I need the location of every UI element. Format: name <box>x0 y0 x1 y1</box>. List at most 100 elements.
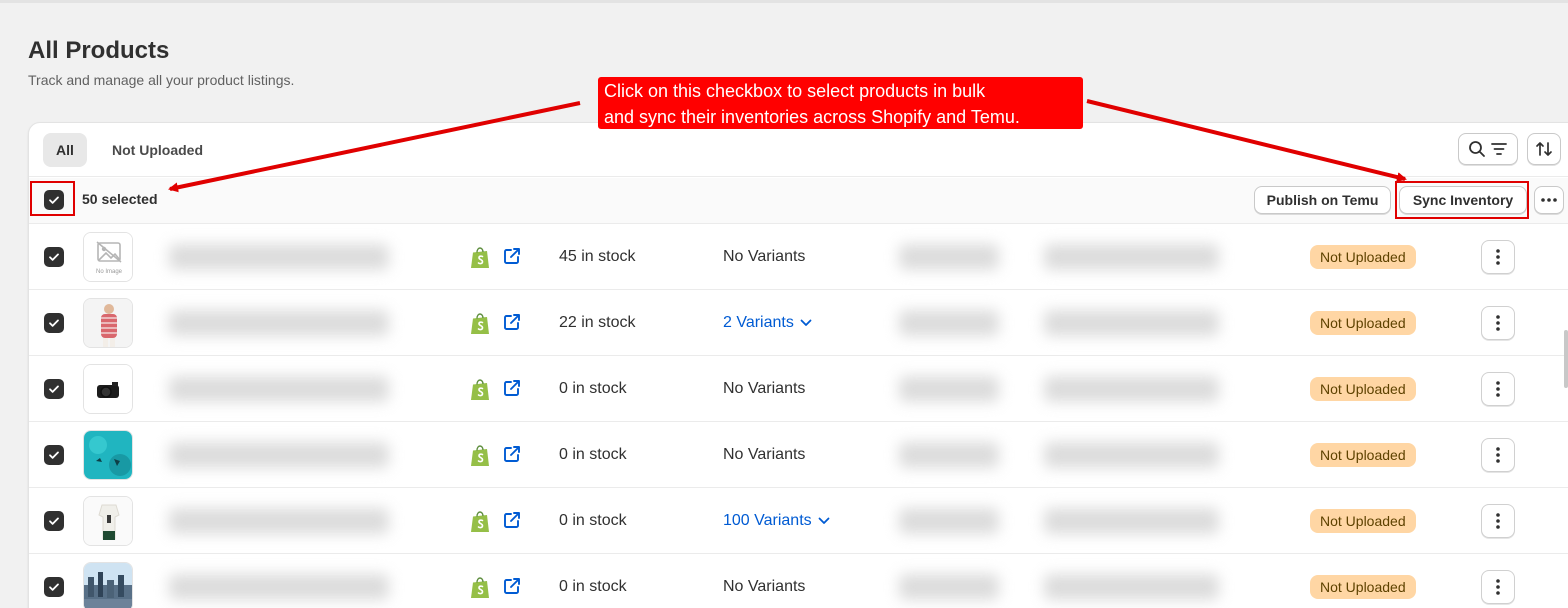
shopify-icon[interactable] <box>469 312 491 341</box>
redacted-product-name <box>169 310 389 336</box>
shopify-icon[interactable] <box>469 246 491 275</box>
row-actions-button[interactable] <box>1481 372 1515 406</box>
scrollbar-thumb[interactable] <box>1564 330 1568 388</box>
stock-count: 0 in stock <box>559 578 627 595</box>
variants-label: 100 Variants <box>723 512 812 529</box>
stock-count: 45 in stock <box>559 248 636 265</box>
product-thumbnail <box>83 298 133 348</box>
shopify-icon[interactable] <box>469 510 491 539</box>
row-actions-button[interactable] <box>1481 240 1515 274</box>
redacted-field <box>899 310 999 336</box>
sort-icon <box>1536 142 1552 156</box>
row-actions-button[interactable] <box>1481 306 1515 340</box>
variants-label: No Variants <box>723 380 806 397</box>
shopify-icon[interactable] <box>469 576 491 605</box>
redacted-field <box>1044 508 1219 534</box>
variants-info: No Variants <box>723 380 805 398</box>
table-row[interactable]: 22 in stock 2 Variants Not Uploaded <box>29 290 1568 356</box>
variants-info[interactable]: 2 Variants <box>723 314 812 332</box>
stock-count: 0 in stock <box>559 380 627 397</box>
search-icon <box>1469 141 1485 157</box>
variants-label: No Variants <box>723 248 806 265</box>
variants-label: 2 Variants <box>723 314 794 331</box>
bulk-actions-bar: 50 selected Publish on Temu Sync Invento… <box>29 178 1568 224</box>
external-link-icon[interactable] <box>502 378 522 403</box>
top-divider <box>0 0 1568 3</box>
tab-not-uploaded[interactable]: Not Uploaded <box>99 133 216 167</box>
sort-button[interactable] <box>1527 133 1561 165</box>
vertical-ellipsis-icon <box>1496 381 1500 397</box>
redacted-field <box>899 508 999 534</box>
product-list: No Image 45 in stock No Variants Not Upload… <box>29 224 1568 608</box>
redacted-product-name <box>169 442 389 468</box>
redacted-product-name <box>169 574 389 600</box>
table-row[interactable]: 0 in stock 100 Variants Not Uploaded <box>29 488 1568 554</box>
row-checkbox[interactable] <box>44 511 64 531</box>
redacted-field <box>899 442 999 468</box>
vertical-ellipsis-icon <box>1496 513 1500 529</box>
row-actions-button[interactable] <box>1481 570 1515 604</box>
vertical-ellipsis-icon <box>1496 579 1500 595</box>
shopify-icon[interactable] <box>469 378 491 407</box>
row-checkbox[interactable] <box>44 445 64 465</box>
redacted-field <box>1044 244 1219 270</box>
tab-bar: All Not Uploaded <box>29 123 1568 177</box>
checkmark-icon <box>49 253 59 261</box>
tab-all[interactable]: All <box>43 133 87 167</box>
svg-text:No Image: No Image <box>96 269 123 275</box>
redacted-field <box>899 376 999 402</box>
row-checkbox[interactable] <box>44 313 64 333</box>
shopify-icon[interactable] <box>469 444 491 473</box>
table-row[interactable]: 0 in stock No Variants Not Uploaded <box>29 422 1568 488</box>
chevron-down-icon <box>800 319 812 326</box>
external-link-icon[interactable] <box>502 576 522 601</box>
row-checkbox[interactable] <box>44 577 64 597</box>
more-actions-button[interactable] <box>1534 186 1564 214</box>
variants-info: No Variants <box>723 248 805 266</box>
row-actions-button[interactable] <box>1481 504 1515 538</box>
search-filter-button[interactable] <box>1458 133 1518 165</box>
row-checkbox[interactable] <box>44 247 64 267</box>
product-thumbnail: No Image <box>83 232 133 282</box>
status-badge: Not Uploaded <box>1310 575 1416 599</box>
external-link-icon[interactable] <box>502 444 522 469</box>
products-card: All Not Uploaded 50 selected Publish on … <box>28 122 1568 608</box>
selected-count: 50 selected <box>82 191 158 207</box>
annotation-line-1: Click on this checkbox to select product… <box>604 81 986 101</box>
redacted-field <box>899 574 999 600</box>
variants-label: No Variants <box>723 578 806 595</box>
redacted-field <box>1044 310 1219 336</box>
annotation-callout: Click on this checkbox to select product… <box>598 77 1083 129</box>
external-link-icon[interactable] <box>502 510 522 535</box>
filter-icon <box>1491 143 1507 155</box>
redacted-field <box>1044 442 1219 468</box>
stock-count: 0 in stock <box>559 446 627 463</box>
checkmark-icon <box>49 385 59 393</box>
product-thumbnail <box>83 364 133 414</box>
table-row[interactable]: 0 in stock No Variants Not Uploaded <box>29 356 1568 422</box>
redacted-product-name <box>169 376 389 402</box>
redacted-product-name <box>169 508 389 534</box>
status-badge: Not Uploaded <box>1310 311 1416 335</box>
annotation-line-2: and sync their inventories across Shopif… <box>604 107 1020 127</box>
page-subtitle: Track and manage all your product listin… <box>28 72 295 88</box>
redacted-field <box>1044 574 1219 600</box>
status-badge: Not Uploaded <box>1310 509 1416 533</box>
vertical-ellipsis-icon <box>1496 447 1500 463</box>
row-checkbox[interactable] <box>44 379 64 399</box>
row-actions-button[interactable] <box>1481 438 1515 472</box>
product-thumbnail <box>83 496 133 546</box>
vertical-ellipsis-icon <box>1496 249 1500 265</box>
table-row[interactable]: 0 in stock No Variants Not Uploaded <box>29 554 1568 608</box>
publish-on-temu-button[interactable]: Publish on Temu <box>1254 186 1391 214</box>
variants-label: No Variants <box>723 446 806 463</box>
external-link-icon[interactable] <box>502 246 522 271</box>
redacted-product-name <box>169 244 389 270</box>
variants-info[interactable]: 100 Variants <box>723 512 830 530</box>
ellipsis-icon <box>1541 198 1557 202</box>
table-row[interactable]: No Image 45 in stock No Variants Not Upload… <box>29 224 1568 290</box>
checkmark-icon <box>49 319 59 327</box>
external-link-icon[interactable] <box>502 312 522 337</box>
variants-info: No Variants <box>723 446 805 464</box>
checkmark-icon <box>49 583 59 591</box>
